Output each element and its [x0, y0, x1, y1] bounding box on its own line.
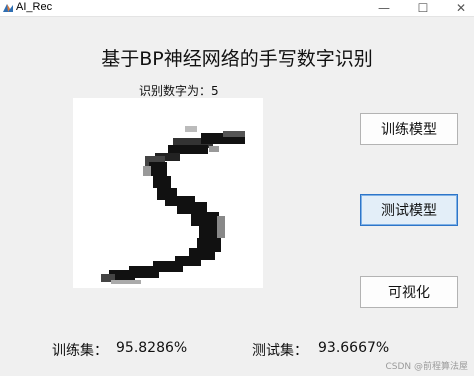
handwritten-digit-image: [101, 126, 245, 284]
test-accuracy-value: 93.6667%: [318, 340, 390, 356]
page-title: 基于BP神经网络的手写数字识别: [101, 48, 373, 70]
digit-image-axes: [73, 98, 263, 288]
title-bar: AI_Rec — ☐ ✕: [0, 0, 474, 17]
recognition-result-label: 识别数字为：5: [139, 84, 219, 98]
train-model-button[interactable]: 训练模型: [360, 113, 458, 145]
minimize-button[interactable]: —: [369, 0, 399, 16]
maximize-button[interactable]: ☐: [408, 0, 438, 16]
test-model-button[interactable]: 测试模型: [360, 194, 458, 226]
test-accuracy-label: 测试集：: [252, 343, 308, 359]
app-icon: [3, 4, 13, 12]
train-accuracy-value: 95.8286%: [116, 340, 188, 356]
train-accuracy-label: 训练集：: [52, 343, 108, 359]
visualize-button[interactable]: 可视化: [360, 276, 458, 308]
close-button[interactable]: ✕: [446, 0, 474, 16]
watermark: CSDN @前程算法屋: [385, 362, 468, 372]
window-title: AI_Rec: [16, 1, 53, 13]
